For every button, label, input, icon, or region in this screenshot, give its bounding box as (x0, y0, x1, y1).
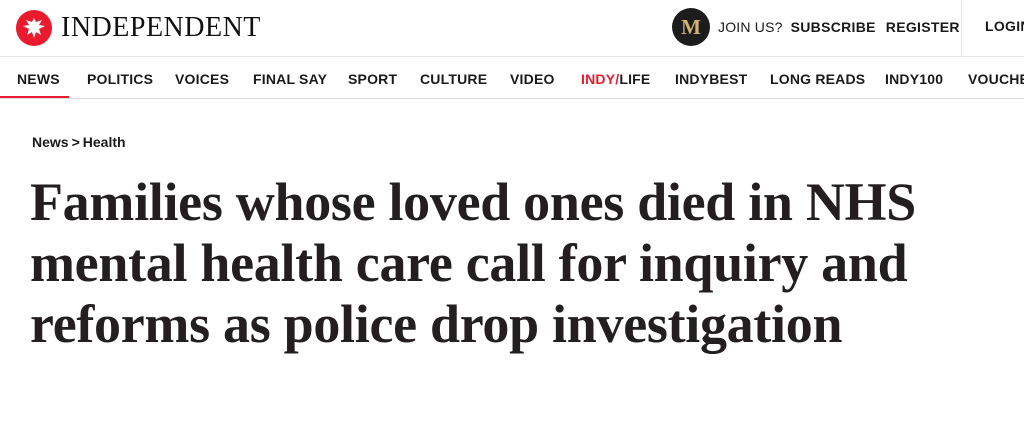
header-divider (961, 0, 962, 57)
nav-item-indybest[interactable]: INDYBEST (675, 71, 747, 87)
join-us-link[interactable]: JOIN US? (718, 19, 783, 35)
user-links: M JOIN US? SUBSCRIBE REGISTER (672, 8, 960, 46)
nav-item-culture[interactable]: CULTURE (420, 71, 487, 87)
nav-item-indy-life[interactable]: INDY/LIFE (581, 71, 650, 87)
site-logo[interactable]: INDEPENDENT (16, 9, 261, 47)
nav-item-politics[interactable]: POLITICS (87, 71, 153, 87)
nav-item-news[interactable]: NEWS (17, 71, 60, 87)
logo-wordmark: INDEPENDENT (61, 12, 261, 43)
membership-badge-icon[interactable]: M (672, 8, 710, 46)
breadcrumb: News > Health (32, 134, 126, 150)
nav-item-final-say[interactable]: FINAL SAY (253, 71, 327, 87)
nav-item-voices[interactable]: VOICES (175, 71, 229, 87)
section-nav: NEWS POLITICS VOICES FINAL SAY SPORT CUL… (0, 57, 1024, 99)
nav-item-indy100[interactable]: INDY100 (885, 71, 943, 87)
nav-item-long-reads[interactable]: LONG READS (770, 71, 865, 87)
nav-item-sport[interactable]: SPORT (348, 71, 397, 87)
active-nav-indicator (0, 96, 69, 98)
login-link[interactable]: LOGIN (985, 18, 1024, 34)
nav-item-life-suffix: LIFE (619, 71, 651, 87)
article-headline: Families whose loved ones died in NHS me… (30, 172, 916, 354)
register-link[interactable]: REGISTER (886, 19, 960, 35)
breadcrumb-news[interactable]: News (32, 134, 69, 150)
subscribe-link[interactable]: SUBSCRIBE (791, 19, 876, 35)
breadcrumb-health[interactable]: Health (83, 134, 126, 150)
eagle-icon (16, 10, 52, 46)
nav-item-video[interactable]: VIDEO (510, 71, 555, 87)
breadcrumb-separator: > (71, 134, 80, 150)
nav-item-vouchers[interactable]: VOUCHERS (968, 71, 1024, 87)
membership-badge-letter: M (681, 14, 701, 39)
top-bar: INDEPENDENT M JOIN US? SUBSCRIBE REGISTE… (0, 0, 1024, 57)
nav-item-indy-prefix: INDY/ (581, 71, 620, 87)
